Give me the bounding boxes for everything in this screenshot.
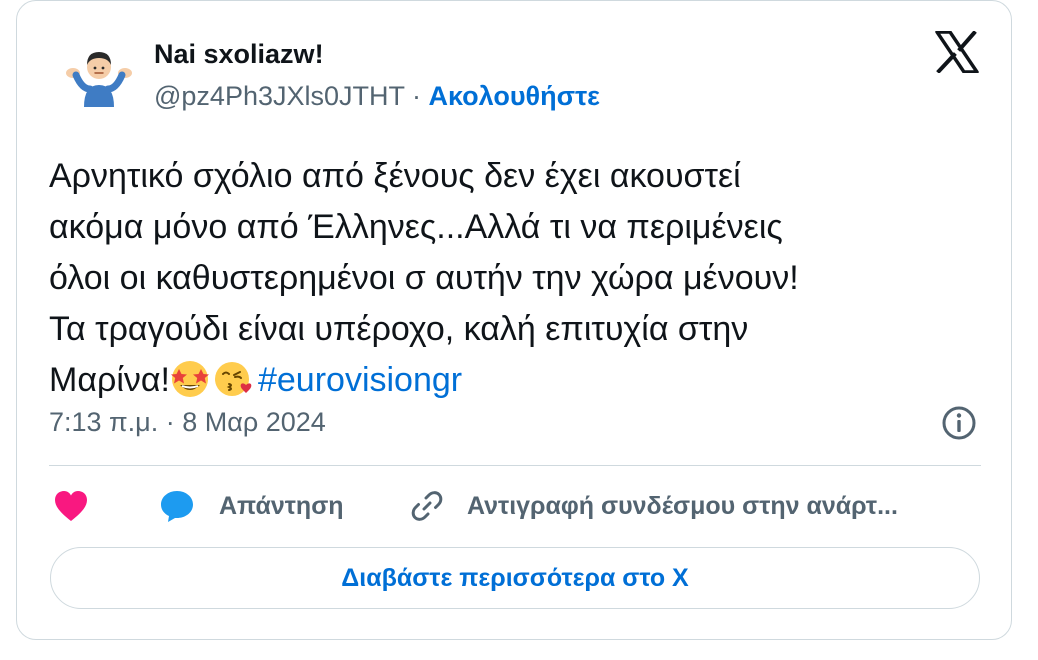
tweet-line-5: Μαρίνα! #eurovisiongr <box>49 355 989 406</box>
face-blowing-kiss-emoji-icon <box>214 362 252 396</box>
tweet-card: Nai sxoliazw! @pz4Ph3JXls0JTHT · Ακολουθ… <box>16 0 1012 640</box>
tweet-line-3: όλοι οι καθυστερημένοι σ αυτήν την χώρα … <box>49 259 799 297</box>
tweet-line-1: Αρνητικό σχόλιο από ξένους δεν έχει ακου… <box>49 157 741 195</box>
action-bar: Απάντηση Αντιγραφή συνδέσμου στην ανάρτ.… <box>49 483 981 529</box>
reply-icon <box>161 491 193 522</box>
link-icon <box>411 491 443 521</box>
divider <box>49 465 981 466</box>
heart-icon <box>55 491 87 521</box>
tweet-line-2: ακόμα μόνο από Έλληνες...Αλλά τι να περι… <box>49 208 783 246</box>
display-name[interactable]: Nai sxoliazw! <box>154 39 324 70</box>
tweet-text: Αρνητικό σχόλιο από ξένους δεν έχει ακου… <box>49 151 989 406</box>
tweet-line-5-text: Μαρίνα! <box>49 361 170 399</box>
x-logo-icon[interactable] <box>935 31 979 73</box>
tweet-timestamp[interactable]: 7:13 π.μ. · 8 Μαρ 2024 <box>49 407 326 438</box>
copy-link-button[interactable]: Αντιγραφή συνδέσμου στην ανάρτ... <box>409 483 898 529</box>
separator: · <box>404 81 429 111</box>
reply-button[interactable]: Απάντηση <box>159 483 344 529</box>
copy-link-label: Αντιγραφή συνδέσμου στην ανάρτ... <box>467 491 898 520</box>
like-button[interactable] <box>53 483 89 529</box>
tweet-line-4: Τα τραγούδι είναι υπέροχο, καλή επιτυχία… <box>49 310 749 348</box>
avatar[interactable] <box>51 27 147 123</box>
hashtag-link[interactable]: #eurovisiongr <box>258 361 462 399</box>
info-icon[interactable] <box>941 405 977 441</box>
handle-row: @pz4Ph3JXls0JTHT · Ακολουθήστε <box>154 81 600 112</box>
follow-button[interactable]: Ακολουθήστε <box>429 81 600 111</box>
reply-label: Απάντηση <box>219 491 344 520</box>
read-more-button[interactable]: Διαβάστε περισσότερα στο X <box>50 547 980 609</box>
person-shrugging-icon <box>66 52 132 107</box>
user-handle[interactable]: @pz4Ph3JXls0JTHT <box>154 81 405 111</box>
star-struck-emoji-icon <box>170 361 209 397</box>
